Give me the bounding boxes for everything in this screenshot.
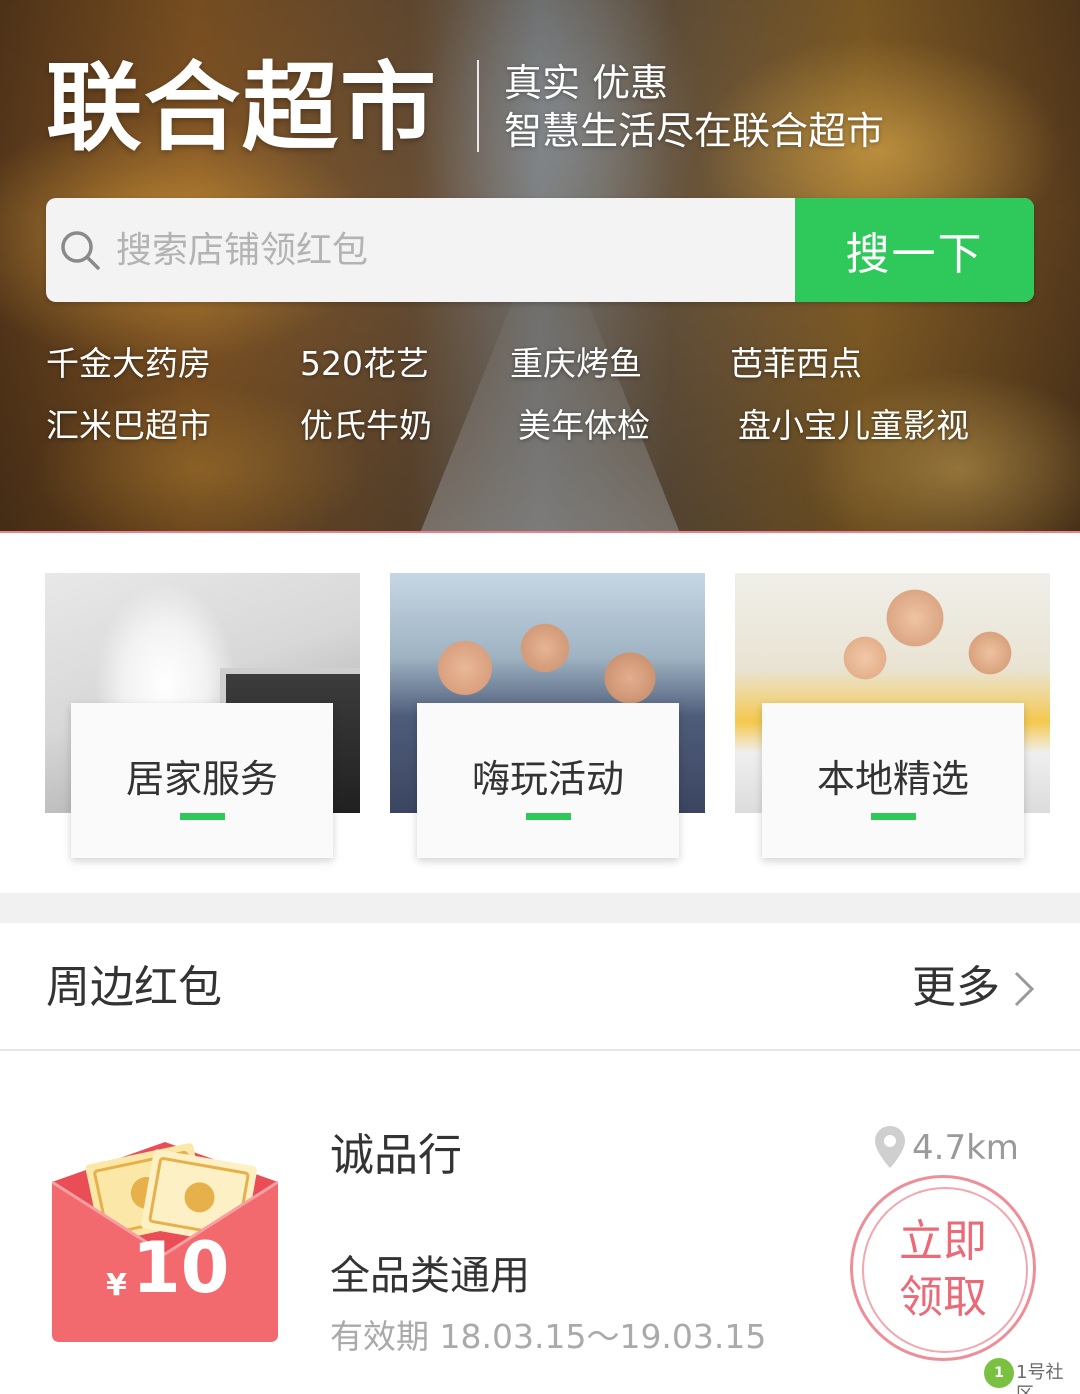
currency-symbol: ¥: [106, 1268, 127, 1303]
search-input[interactable]: [116, 214, 776, 286]
hot-tag[interactable]: 520花艺: [300, 344, 429, 384]
category-underline: [180, 813, 225, 820]
store-name[interactable]: 诚品行: [330, 1128, 462, 1184]
category-label: 居家服务: [125, 757, 278, 801]
category-label: 嗨玩活动: [471, 757, 624, 801]
hot-tag[interactable]: 盘小宝儿童影视: [738, 406, 969, 446]
location-pin-icon: [875, 1126, 905, 1168]
coupon-amount: 10: [132, 1227, 230, 1309]
watermark: 1 1号社区: [984, 1358, 1074, 1394]
hot-tag[interactable]: 优氏牛奶: [300, 406, 432, 446]
hot-tag[interactable]: 重庆烤鱼: [510, 344, 642, 384]
hot-tag[interactable]: 汇米巴超市: [46, 406, 211, 446]
search-icon: [61, 231, 100, 270]
more-link[interactable]: 更多: [912, 960, 1000, 1016]
hot-tag[interactable]: 美年体检: [518, 406, 650, 446]
category-card-fun-activity[interactable]: 嗨玩活动: [417, 703, 679, 858]
brand-divider: [477, 60, 479, 152]
tagline-secondary: 智慧生活尽在联合超市: [504, 109, 885, 153]
claim-label-line-1: 立即: [899, 1216, 987, 1267]
watermark-text: 1号社区: [1016, 1362, 1064, 1394]
section-title: 周边红包: [46, 962, 222, 1013]
category-label: 本地精选: [816, 757, 969, 801]
category-card-local-picks[interactable]: 本地精选: [762, 703, 1024, 858]
claim-label: 立即 领取: [853, 1214, 1033, 1326]
search-button[interactable]: 搜一下: [795, 198, 1034, 302]
category-card-home-service[interactable]: 居家服务: [71, 703, 333, 858]
brand-title: 联合超市: [46, 52, 438, 164]
claim-button[interactable]: 立即 领取: [850, 1175, 1036, 1361]
claim-label-line-2: 领取: [899, 1272, 987, 1323]
coupon-validity: 有效期 18.03.15～19.03.15: [330, 1317, 767, 1356]
tagline-primary: 真实 优惠: [504, 61, 669, 105]
coupon-scope: 全品类通用: [330, 1253, 530, 1299]
category-underline: [526, 813, 571, 820]
store-distance: 4.7km: [912, 1128, 1019, 1168]
chevron-right-icon[interactable]: [1012, 969, 1036, 1009]
hero-divider-line: [0, 531, 1080, 533]
hot-tag[interactable]: 芭菲西点: [730, 344, 862, 384]
category-underline: [871, 813, 916, 820]
hot-tag[interactable]: 千金大药房: [46, 344, 211, 384]
watermark-logo: 1: [984, 1358, 1014, 1388]
section-separator: [0, 893, 1080, 923]
